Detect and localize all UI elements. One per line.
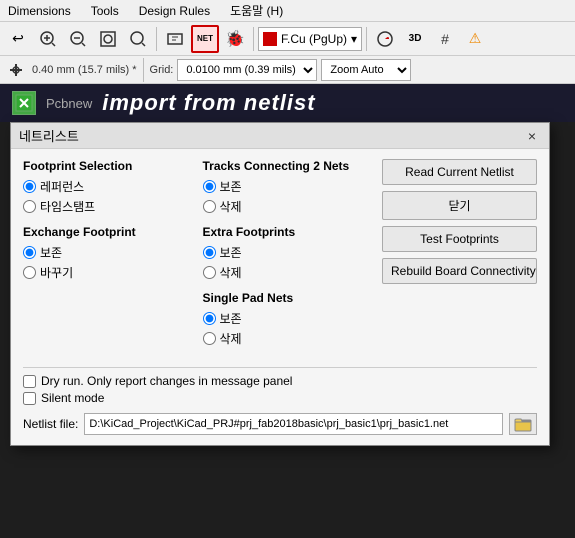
menu-dimensions[interactable]: Dimensions bbox=[4, 4, 75, 18]
zoom-in-button[interactable] bbox=[34, 25, 62, 53]
radio-tracks-keep[interactable]: 보존 bbox=[203, 178, 373, 195]
debug-button[interactable]: 🐞 bbox=[221, 25, 249, 53]
footprint-selection-label: Footprint Selection bbox=[23, 159, 193, 173]
radio-extra-keep-input[interactable] bbox=[203, 246, 216, 259]
browse-button[interactable] bbox=[509, 413, 537, 435]
read-netlist-button[interactable]: Read Current Netlist bbox=[382, 159, 537, 185]
highlight-button[interactable] bbox=[371, 25, 399, 53]
radio-replace-input[interactable] bbox=[23, 266, 36, 279]
radio-replace[interactable]: 바꾸기 bbox=[23, 264, 193, 281]
radio-single-delete[interactable]: 삭제 bbox=[203, 330, 373, 347]
silent-mode-checkbox[interactable] bbox=[23, 392, 36, 405]
dialog-body: Footprint Selection 레퍼런스 타임스탬프 Exchange … bbox=[11, 149, 549, 445]
undo-button[interactable]: ↩ bbox=[4, 25, 32, 53]
menu-bar: Dimensions Tools Design Rules 도움말 (H) bbox=[0, 0, 575, 22]
zoom-out-button[interactable] bbox=[64, 25, 92, 53]
separator-3 bbox=[366, 27, 367, 51]
separator-1 bbox=[156, 27, 157, 51]
radio-extra-delete[interactable]: 삭제 bbox=[203, 264, 373, 281]
menu-help[interactable]: 도움말 (H) bbox=[226, 2, 287, 19]
extra-footprints-label: Extra Footprints bbox=[203, 225, 373, 239]
app-logo bbox=[12, 91, 36, 115]
app-title: import from netlist bbox=[102, 90, 315, 116]
separator-4 bbox=[143, 58, 144, 82]
zoom-area-button[interactable] bbox=[124, 25, 152, 53]
tracks-group: 보존 삭제 bbox=[203, 178, 373, 215]
3d-button[interactable]: 3D bbox=[401, 25, 429, 53]
silent-mode-row: Silent mode bbox=[23, 391, 537, 405]
radio-timestamp[interactable]: 타임스탬프 bbox=[23, 198, 193, 215]
menu-tools[interactable]: Tools bbox=[87, 4, 123, 18]
dry-run-row: Dry run. Only report changes in message … bbox=[23, 374, 537, 388]
dialog-left-column: Footprint Selection 레퍼런스 타임스탬프 Exchange … bbox=[23, 159, 193, 357]
app-name: Pcbnew bbox=[46, 96, 92, 111]
menu-design-rules[interactable]: Design Rules bbox=[135, 4, 214, 18]
netlist-button[interactable]: NET bbox=[191, 25, 219, 53]
single-pad-group: 보존 삭제 bbox=[203, 310, 373, 347]
radio-tracks-delete-input[interactable] bbox=[203, 200, 216, 213]
grid-toggle-button[interactable]: # bbox=[431, 25, 459, 53]
zoom-dropdown[interactable]: Zoom Auto bbox=[321, 59, 411, 81]
radio-tracks-delete[interactable]: 삭제 bbox=[203, 198, 373, 215]
radio-keep-exchange[interactable]: 보존 bbox=[23, 244, 193, 261]
radio-single-keep-input[interactable] bbox=[203, 312, 216, 325]
extra-footprints-group: 보존 삭제 bbox=[203, 244, 373, 281]
grid-label: Grid: bbox=[150, 64, 174, 76]
warning-button[interactable]: ⚠ bbox=[461, 25, 489, 53]
test-footprints-button[interactable]: Test Footprints bbox=[382, 226, 537, 252]
rebuild-button[interactable]: Rebuild Board Connectivity bbox=[382, 258, 537, 284]
divider bbox=[23, 367, 537, 368]
layer-dropdown[interactable]: F.Cu (PgUp) ▾ bbox=[258, 27, 362, 51]
dialog-titlebar: 네트리스트 × bbox=[11, 123, 549, 149]
grid-dropdown[interactable]: 0.0100 mm (0.39 mils) bbox=[177, 59, 317, 81]
netlist-dialog: 네트리스트 × Footprint Selection 레퍼런스 타 bbox=[10, 122, 550, 446]
radio-single-keep[interactable]: 보존 bbox=[203, 310, 373, 327]
dialog-title: 네트리스트 bbox=[19, 126, 79, 145]
secondary-toolbar: 0.40 mm (15.7 mils) * Grid: 0.0100 mm (0… bbox=[0, 56, 575, 84]
exchange-footprint-label: Exchange Footprint bbox=[23, 225, 193, 239]
dialog-columns: Footprint Selection 레퍼런스 타임스탬프 Exchange … bbox=[23, 159, 537, 357]
radio-single-delete-input[interactable] bbox=[203, 332, 216, 345]
dry-run-checkbox[interactable] bbox=[23, 375, 36, 388]
app-titlebar: Pcbnew import from netlist bbox=[0, 84, 575, 122]
netlist-label: Netlist file: bbox=[23, 417, 78, 431]
radio-extra-keep[interactable]: 보존 bbox=[203, 244, 373, 261]
single-pad-label: Single Pad Nets bbox=[203, 291, 373, 305]
dry-run-label: Dry run. Only report changes in message … bbox=[41, 374, 292, 388]
canvas-area: Pcbnew import from netlist 네트리스트 × Footp… bbox=[0, 84, 575, 538]
main-toolbar: ↩ NET 🐞 F.Cu (PgUp) ▾ 3D # ⚠ bbox=[0, 22, 575, 56]
dialog-close-button[interactable]: × bbox=[523, 127, 541, 145]
dialog-right-column: Read Current Netlist 닫기 Test Footprints … bbox=[382, 159, 537, 357]
radio-keep-exchange-input[interactable] bbox=[23, 246, 36, 259]
exchange-footprint-group: 보존 바꾸기 bbox=[23, 244, 193, 281]
silent-mode-label: Silent mode bbox=[41, 391, 104, 405]
separator-2 bbox=[253, 27, 254, 51]
radio-timestamp-input[interactable] bbox=[23, 200, 36, 213]
netlist-row: Netlist file: bbox=[23, 413, 537, 435]
radio-tracks-keep-input[interactable] bbox=[203, 180, 216, 193]
tracks-connecting-label: Tracks Connecting 2 Nets bbox=[203, 159, 373, 173]
zoom-fit-button[interactable] bbox=[94, 25, 122, 53]
route-icon-button[interactable] bbox=[4, 58, 28, 82]
netlist-path-input[interactable] bbox=[84, 413, 503, 435]
dialog-mid-column: Tracks Connecting 2 Nets 보존 삭제 Extra Foo… bbox=[203, 159, 373, 357]
footprint-selection-group: 레퍼런스 타임스탬프 bbox=[23, 178, 193, 215]
size-display: 0.40 mm (15.7 mils) * bbox=[32, 64, 137, 76]
something-button[interactable] bbox=[161, 25, 189, 53]
radio-reference-input[interactable] bbox=[23, 180, 36, 193]
close-button[interactable]: 닫기 bbox=[382, 191, 537, 220]
radio-reference[interactable]: 레퍼런스 bbox=[23, 178, 193, 195]
radio-extra-delete-input[interactable] bbox=[203, 266, 216, 279]
